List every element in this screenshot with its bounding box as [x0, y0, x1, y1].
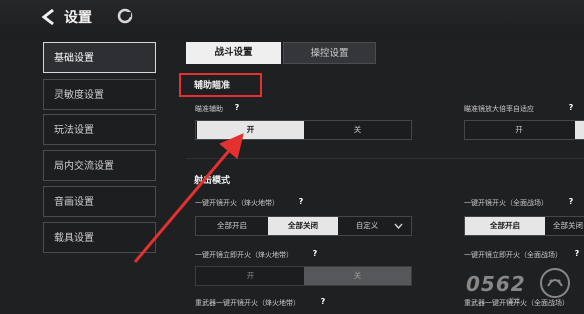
sidebar-item-vehicle[interactable]: 载具设置 [43, 222, 156, 253]
sidebar-item-audio-visual[interactable]: 音画设置 [43, 186, 156, 217]
one-key-scope-battle-label: 一键开镜开火（全面战场） [464, 199, 548, 207]
aim-assist-on-option[interactable]: 开 [197, 121, 304, 139]
divider [186, 158, 584, 159]
help-icon[interactable]: ? [296, 197, 306, 207]
back-arrow-icon[interactable] [38, 6, 60, 28]
battle-option-all-off[interactable]: 全部关闭 [545, 217, 584, 235]
help-icon[interactable]: ? [232, 103, 242, 113]
aim-assist-label: 瞄准辅助 [195, 105, 223, 113]
aim-assist-toggle: 开 关 [195, 120, 412, 140]
sidebar-item-label: 局内交流设置 [54, 161, 114, 172]
tab-combat[interactable]: 战斗设置 [186, 42, 281, 64]
watermark-text: 0562 [466, 272, 526, 296]
instant-fire-toggle: 开 关 [195, 266, 412, 286]
header-bar: 设置 [0, 0, 584, 34]
instant-fire-label: 一键开镜立即开火（烽火地带） [195, 251, 293, 259]
instant-fire-off-option[interactable]: 关 [304, 267, 411, 285]
help-icon[interactable]: ? [566, 103, 576, 113]
one-key-scope-battle-segment: 全部开启 全部关闭 [464, 216, 584, 236]
help-icon[interactable]: ? [572, 249, 582, 259]
option-all-off[interactable]: 全部关闭 [268, 217, 338, 235]
sidebar-item-label: 音画设置 [54, 197, 94, 208]
emblem-icon [117, 8, 133, 24]
sidebar-item-communication[interactable]: 局内交流设置 [43, 150, 156, 181]
tab-controls[interactable]: 操控设置 [283, 42, 376, 64]
sidebar-item-basic[interactable]: 基础设置 [43, 42, 156, 73]
help-icon[interactable]: ? [318, 297, 328, 307]
option-custom[interactable]: 自定义 [339, 217, 395, 235]
scope-adapt-toggle: 开 [464, 120, 584, 140]
one-key-scope-label: 一键开镜开火（烽火地带） [195, 199, 279, 207]
aim-assist-off-option[interactable]: 关 [304, 121, 411, 139]
section-title-fire-mode: 射击模式 [194, 176, 231, 186]
sidebar-item-label: 灵敏度设置 [54, 90, 104, 101]
sidebar-item-label: 玩法设置 [54, 125, 94, 136]
scope-adapt-selected-edge[interactable] [575, 121, 584, 139]
battle-option-all-on[interactable]: 全部开启 [465, 217, 545, 235]
watermark-subtext: 游戏 [508, 298, 521, 305]
chevron-down-icon[interactable] [394, 223, 403, 230]
page-title: 设置 [64, 10, 92, 26]
help-icon[interactable]: ? [566, 197, 576, 207]
sidebar-item-sensitivity[interactable]: 灵敏度设置 [43, 79, 156, 110]
help-icon[interactable]: ? [310, 249, 320, 259]
scope-adapt-on-option[interactable]: 开 [465, 121, 573, 139]
instant-fire-on-option[interactable]: 开 [197, 267, 304, 285]
watermark: 0562 游戏 [458, 262, 578, 306]
sidebar-item-label: 载具设置 [54, 233, 94, 244]
instant-fire-battle-label: 一键开镜立即开火（全面战场） [464, 251, 562, 259]
sidebar-item-gameplay[interactable]: 玩法设置 [43, 114, 156, 145]
highlight-box [179, 73, 262, 97]
watermark-logo-icon [540, 268, 570, 298]
one-key-scope-segment: 全部开启 全部关闭 自定义 [195, 216, 412, 236]
sidebar-item-label: 基础设置 [54, 53, 94, 64]
heavy-weapon-label: 重武器一键开镜开火（烽火地带） [195, 299, 300, 307]
option-all-on[interactable]: 全部开启 [197, 217, 267, 235]
scope-adapt-label: 瞄准镜放大倍率自适应 [464, 105, 534, 113]
